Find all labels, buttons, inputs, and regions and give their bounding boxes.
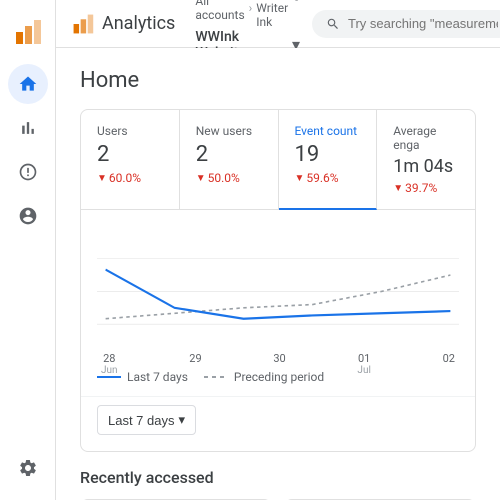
date-filter-arrow: ▾ — [179, 412, 186, 428]
sidebar-item-explore[interactable] — [8, 152, 48, 192]
breadcrumb-property[interactable]: Working Writer Ink — [256, 0, 300, 29]
chart-label-02: 02 — [443, 352, 455, 376]
metric-event-count[interactable]: Event count 19 59.6% — [279, 110, 378, 210]
breadcrumb-arrow: › — [249, 1, 253, 15]
date-filter-button[interactable]: Last 7 days ▾ — [97, 405, 196, 435]
date-filter-area: Last 7 days ▾ — [81, 396, 475, 451]
breadcrumb-all-accounts[interactable]: All accounts — [195, 0, 244, 22]
metric-users-change: 60.0% — [97, 171, 163, 185]
metrics-card: Users 2 60.0% New users 2 50.0% Event — [80, 109, 476, 452]
chart-label-01: 01 Jul — [357, 352, 370, 376]
metric-event-count-change: 59.6% — [295, 171, 361, 185]
metric-avg-change: 39.7% — [393, 181, 459, 195]
sidebar-item-settings[interactable] — [8, 448, 48, 488]
main-area: Analytics All accounts › Working Writer … — [56, 0, 500, 500]
legend-current-line — [97, 376, 121, 378]
topbar-logo-icon — [72, 13, 94, 35]
metric-avg-label: Average enga — [393, 124, 459, 152]
analytics-title-area: Analytics — [72, 13, 175, 35]
chart-label-30: 30 — [273, 352, 285, 376]
content-area: Home Users 2 60.0% New users 2 50.0% — [56, 48, 500, 500]
legend-previous-line — [204, 376, 228, 378]
metric-users-label: Users — [97, 124, 163, 138]
sidebar-item-home[interactable] — [8, 64, 48, 104]
search-icon — [326, 16, 340, 32]
metric-event-count-label: Event count — [295, 124, 361, 138]
metric-avg-engagement[interactable]: Average enga 1m 04s 39.7% — [377, 110, 475, 209]
topbar: Analytics All accounts › Working Writer … — [56, 0, 500, 48]
app-title: Analytics — [102, 13, 175, 34]
sidebar — [0, 0, 56, 500]
metric-users-value: 2 — [97, 142, 163, 167]
search-bar[interactable] — [312, 10, 500, 38]
recently-accessed-title: Recently accessed — [80, 468, 476, 487]
metric-users[interactable]: Users 2 60.0% — [81, 110, 180, 209]
metric-new-users-label: New users — [196, 124, 262, 138]
recently-accessed-section: Recently accessed Library — [80, 468, 476, 500]
sidebar-item-reports[interactable] — [8, 108, 48, 148]
metric-new-users[interactable]: New users 2 50.0% — [180, 110, 279, 209]
metric-new-users-change: 50.0% — [196, 171, 262, 185]
chart-label-29: 29 — [189, 352, 201, 376]
chart-svg — [97, 226, 459, 346]
metric-new-users-value: 2 — [196, 142, 262, 167]
sidebar-item-advertising[interactable] — [8, 196, 48, 236]
chart-labels: 28 Jun 29 30 01 Jul 02 — [97, 352, 459, 376]
analytics-logo — [8, 12, 48, 52]
chart-area: 28 Jun 29 30 01 Jul 02 — [81, 210, 475, 370]
page-title: Home — [80, 68, 476, 93]
metric-event-count-value: 19 — [295, 142, 361, 167]
search-input[interactable] — [348, 16, 498, 31]
date-filter-label: Last 7 days — [108, 413, 175, 428]
metrics-row: Users 2 60.0% New users 2 50.0% Event — [81, 110, 475, 210]
metric-avg-value: 1m 04s — [393, 156, 459, 177]
chart-label-28: 28 Jun — [101, 352, 118, 376]
breadcrumb: All accounts › Working Writer Ink — [195, 0, 300, 29]
